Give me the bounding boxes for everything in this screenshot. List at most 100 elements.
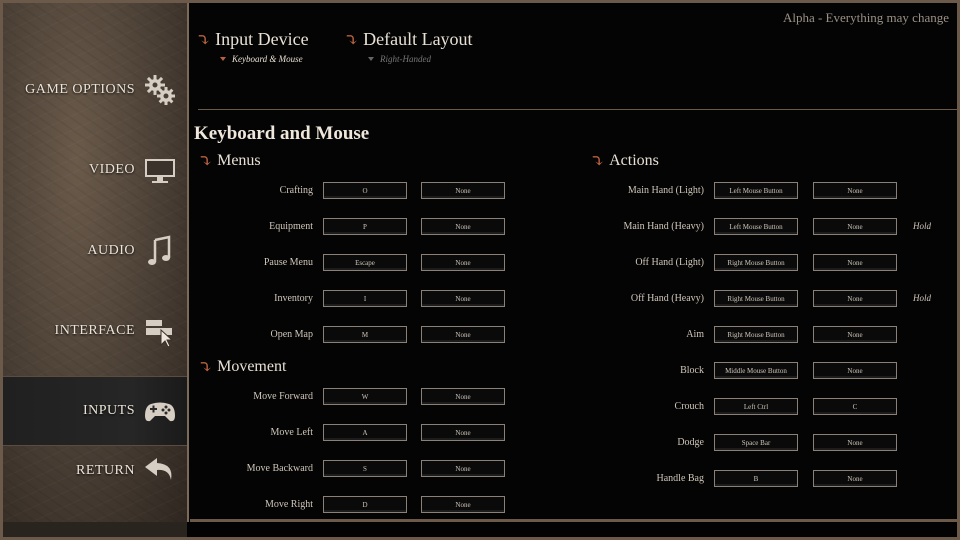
binding-row: Handle Bag B None: [500, 470, 957, 490]
secondary-key-button[interactable]: None: [421, 496, 505, 513]
sidebar-item-audio[interactable]: AUDIO: [3, 216, 187, 286]
primary-key-button[interactable]: Left Mouse Button: [714, 182, 798, 199]
ornament-icon: ⤵: [590, 151, 606, 171]
primary-key-button[interactable]: Left Ctrl: [714, 398, 798, 415]
primary-key-button[interactable]: Left Mouse Button: [714, 218, 798, 235]
ornament-icon: ⤵: [198, 357, 214, 377]
sidebar-item-video[interactable]: VIDEO: [3, 135, 187, 205]
binding-label: Dodge: [677, 437, 704, 448]
gamepad-icon: [143, 394, 177, 428]
sidebar-item-label: GAME OPTIONS: [25, 82, 135, 97]
sidebar-item-game-options[interactable]: GAME OPTIONS: [3, 55, 187, 125]
monitor-icon: [143, 153, 177, 187]
secondary-key-button[interactable]: None: [813, 326, 897, 343]
ornament-icon: ⤵: [196, 29, 212, 50]
primary-key-button[interactable]: O: [323, 182, 407, 199]
menus-title: Menus: [217, 152, 261, 169]
music-note-icon: [143, 234, 177, 268]
binding-label: Aim: [686, 329, 704, 340]
alpha-notice: Alpha - Everything may change: [782, 10, 949, 25]
primary-key-button[interactable]: Right Mouse Button: [714, 254, 798, 271]
actions-heading: ⤵ Actions: [590, 152, 659, 170]
secondary-key-button[interactable]: None: [813, 254, 897, 271]
primary-key-button[interactable]: Right Mouse Button: [714, 326, 798, 343]
binding-label: Move Right: [264, 499, 313, 510]
sidebar-footer: [3, 522, 187, 537]
binding-row: Crouch Left Ctrl C: [500, 398, 957, 418]
return-arrow-icon: [143, 454, 177, 488]
actions-title: Actions: [609, 152, 659, 169]
input-device-value: Keyboard & Mouse: [232, 54, 303, 64]
secondary-key-button[interactable]: None: [813, 362, 897, 379]
secondary-key-button[interactable]: None: [813, 290, 897, 307]
sidebar-item-return[interactable]: RETURN: [3, 436, 187, 506]
sidebar-item-label: RETURN: [76, 463, 135, 478]
secondary-key-button[interactable]: None: [421, 326, 505, 343]
binding-label: Inventory: [274, 293, 313, 304]
primary-key-button[interactable]: Right Mouse Button: [714, 290, 798, 307]
primary-key-button[interactable]: A: [323, 424, 407, 441]
binding-label: Pause Menu: [263, 257, 313, 268]
binding-label: Crouch: [674, 401, 704, 412]
secondary-key-button[interactable]: None: [813, 434, 897, 451]
interface-cursor-icon: [143, 314, 177, 348]
primary-key-button[interactable]: Middle Mouse Button: [714, 362, 798, 379]
secondary-key-button[interactable]: None: [813, 470, 897, 487]
binding-label: Move Backward: [246, 463, 313, 474]
hold-indicator: Hold: [913, 293, 931, 303]
binding-row: Off Hand (Light) Right Mouse Button None: [500, 254, 957, 274]
bottom-border: [190, 519, 957, 522]
binding-row: Main Hand (Heavy) Left Mouse Button None Ho…: [500, 218, 957, 238]
secondary-key-button[interactable]: C: [813, 398, 897, 415]
menus-heading: ⤵ Menus: [198, 152, 261, 170]
ornament-icon: ⤵: [198, 151, 214, 171]
dropdown-arrow-icon: [220, 57, 226, 61]
binding-label: Main Hand (Light): [627, 185, 704, 196]
input-device-title: Input Device: [215, 29, 309, 49]
binding-row: Main Hand (Light) Left Mouse Button None: [500, 182, 957, 202]
sidebar-item-interface[interactable]: INTERFACE: [3, 296, 187, 366]
secondary-key-button[interactable]: None: [813, 218, 897, 235]
secondary-key-button[interactable]: None: [421, 460, 505, 477]
default-layout-dropdown[interactable]: Right-Handed: [368, 54, 473, 64]
binding-label: Off Hand (Light): [635, 257, 704, 268]
binding-label: Handle Bag: [656, 473, 705, 484]
section-title: Keyboard and Mouse: [194, 123, 370, 144]
secondary-key-button[interactable]: None: [421, 424, 505, 441]
binding-label: Move Forward: [253, 391, 313, 402]
primary-key-button[interactable]: M: [323, 326, 407, 343]
secondary-key-button[interactable]: None: [421, 182, 505, 199]
settings-sidebar: GAME OPTIONS VIDEO AUDIO INTERFACE INPUT…: [3, 3, 189, 522]
ornament-icon: ⤵: [344, 29, 360, 50]
primary-key-button[interactable]: S: [323, 460, 407, 477]
sidebar-item-label: VIDEO: [88, 162, 135, 177]
primary-key-button[interactable]: I: [323, 290, 407, 307]
primary-key-button[interactable]: Space Bar: [714, 434, 798, 451]
primary-key-button[interactable]: W: [323, 388, 407, 405]
input-device-dropdown[interactable]: Keyboard & Mouse: [220, 54, 309, 64]
primary-key-button[interactable]: B: [714, 470, 798, 487]
primary-key-button[interactable]: Escape: [323, 254, 407, 271]
primary-key-button[interactable]: D: [323, 496, 407, 513]
binding-label: Off Hand (Heavy): [630, 293, 704, 304]
input-device-selector[interactable]: ⤵ Input Device Keyboard & Mouse: [196, 29, 309, 64]
binding-label: Crafting: [279, 185, 313, 196]
binding-label: Main Hand (Heavy): [623, 221, 704, 232]
binding-row: Aim Right Mouse Button None: [500, 326, 957, 346]
secondary-key-button[interactable]: None: [421, 218, 505, 235]
secondary-key-button[interactable]: None: [813, 182, 897, 199]
movement-heading: ⤵ Movement: [198, 358, 286, 376]
primary-key-button[interactable]: P: [323, 218, 407, 235]
secondary-key-button[interactable]: None: [421, 290, 505, 307]
inputs-panel: Alpha - Everything may change ⤵ Input De…: [190, 3, 957, 522]
default-layout-value: Right-Handed: [380, 54, 431, 64]
binding-row: Off Hand (Heavy) Right Mouse Button None Ho…: [500, 290, 957, 310]
binding-label: Equipment: [269, 221, 313, 232]
secondary-key-button[interactable]: None: [421, 254, 505, 271]
binding-label: Block: [680, 365, 704, 376]
default-layout-selector[interactable]: ⤵ Default Layout Right-Handed: [344, 29, 473, 64]
header-divider: [198, 109, 957, 110]
sidebar-item-label: AUDIO: [87, 243, 135, 258]
sidebar-item-label: INTERFACE: [54, 323, 135, 338]
secondary-key-button[interactable]: None: [421, 388, 505, 405]
